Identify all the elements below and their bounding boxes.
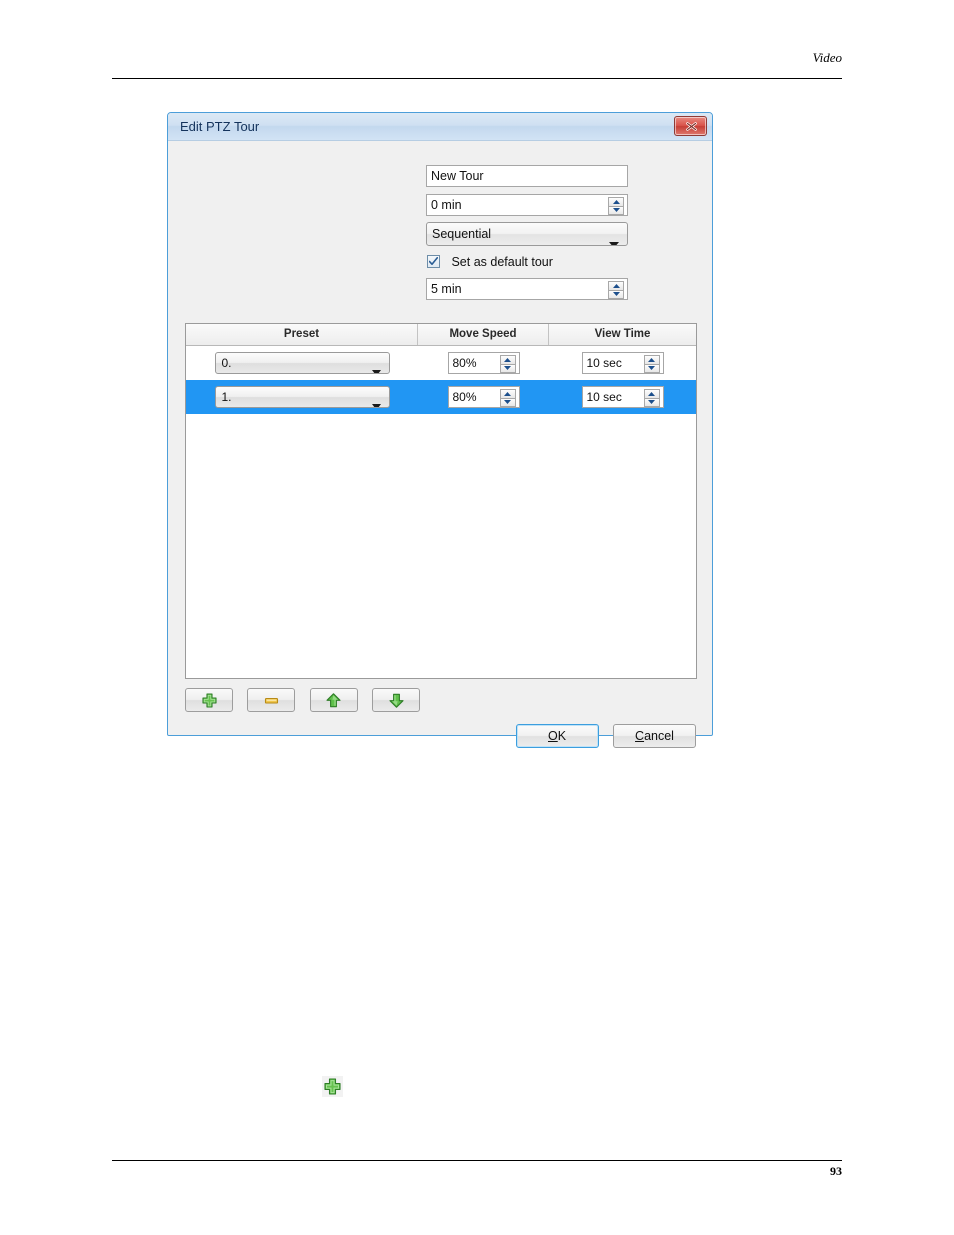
- dialog-title: Edit PTZ Tour: [180, 119, 260, 134]
- move-up-button[interactable]: [309, 688, 358, 712]
- footer-rule: [112, 1160, 842, 1161]
- ok-mnemonic: O: [548, 729, 558, 743]
- move-speed-stepper[interactable]: [499, 355, 516, 373]
- move-speed-input[interactable]: 80%: [453, 390, 477, 404]
- move-speed-input-wrap: 80%: [447, 352, 520, 374]
- preset-grid: Preset Move Speed View Time 0. 80% 10 se…: [185, 323, 697, 679]
- page-number: 93: [830, 1164, 842, 1178]
- yellow-minus-icon: [264, 697, 279, 704]
- default-tour-idle-start-time-input-wrap: 5 min: [426, 278, 628, 300]
- ok-rest: K: [557, 729, 567, 743]
- stepper-up-icon[interactable]: [608, 197, 624, 206]
- view-time-input[interactable]: 10 sec: [587, 356, 622, 370]
- green-plus-icon: [322, 1076, 343, 1097]
- grid-toolbar: [185, 688, 430, 712]
- cell-preset: 1.: [186, 380, 418, 414]
- table-row[interactable]: 1. 80% 10 sec: [186, 380, 696, 414]
- chevron-down-icon: [371, 362, 381, 373]
- set-as-default-tour-label: Set as default tour: [451, 254, 553, 269]
- name-input[interactable]: New Tour: [426, 165, 628, 187]
- add-button[interactable]: [185, 688, 233, 712]
- stepper-up-icon[interactable]: [643, 355, 660, 364]
- chevron-down-icon: [371, 396, 381, 407]
- edit-ptz-tour-dialog: Edit PTZ Tour Name: New Tour Tour Pause …: [167, 112, 713, 748]
- tour-pause-duration-input-wrap: 0 min: [426, 194, 628, 216]
- preset-select[interactable]: 1.: [214, 386, 390, 408]
- cell-move-speed: 80%: [418, 380, 549, 414]
- stepper-down-icon[interactable]: [499, 363, 516, 373]
- stepper-up-icon[interactable]: [608, 281, 624, 290]
- set-as-default-tour-checkbox[interactable]: [427, 255, 440, 269]
- dialog-titlebar[interactable]: Edit PTZ Tour: [168, 113, 712, 141]
- view-time-input-wrap: 10 sec: [581, 386, 664, 408]
- dialog-footer-buttons: OK Cancel: [506, 724, 696, 748]
- stepper-down-icon[interactable]: [608, 289, 624, 299]
- ok-button[interactable]: OK: [515, 724, 599, 748]
- cell-view-time: 10 sec: [549, 346, 696, 380]
- cancel-button[interactable]: Cancel: [613, 724, 696, 748]
- stepper-down-icon[interactable]: [608, 205, 624, 215]
- header-rule: [112, 78, 842, 79]
- view-time-input[interactable]: 10 sec: [587, 390, 622, 404]
- set-as-default-tour-row[interactable]: Set as default tour: [427, 253, 553, 271]
- dialog-body: Name: New Tour Tour Pause Duration: 0 mi…: [168, 141, 712, 748]
- green-up-arrow-icon: [326, 692, 341, 707]
- page-header-text: Video: [812, 50, 842, 65]
- column-header-preset[interactable]: Preset: [186, 324, 418, 345]
- move-speed-input[interactable]: 80%: [453, 356, 477, 370]
- remove-button[interactable]: [247, 688, 296, 712]
- table-row[interactable]: 0. 80% 10 sec: [186, 346, 696, 380]
- column-header-move-speed[interactable]: Move Speed: [418, 324, 549, 345]
- view-time-input-wrap: 10 sec: [581, 352, 664, 374]
- cancel-rest: ancel: [644, 729, 674, 743]
- green-down-arrow-icon: [389, 693, 404, 708]
- grid-header-row: Preset Move Speed View Time: [186, 324, 696, 346]
- column-header-view-time[interactable]: View Time: [549, 324, 696, 345]
- stepper-up-icon[interactable]: [643, 389, 660, 398]
- chevron-down-icon: [609, 233, 619, 245]
- preset-select[interactable]: 0.: [214, 352, 390, 374]
- tour-pause-duration-input[interactable]: 0 min: [431, 198, 462, 212]
- default-tour-idle-start-time-stepper[interactable]: [608, 281, 624, 299]
- tour-mode-select[interactable]: Sequential: [426, 222, 628, 246]
- close-icon[interactable]: [674, 116, 707, 136]
- green-plus-icon: [201, 692, 217, 708]
- cell-move-speed: 80%: [418, 346, 549, 380]
- stepper-up-icon[interactable]: [499, 355, 516, 364]
- cancel-mnemonic: C: [635, 729, 645, 743]
- stepper-down-icon[interactable]: [499, 397, 516, 407]
- move-speed-input-wrap: 80%: [447, 386, 520, 408]
- move-speed-stepper[interactable]: [499, 389, 516, 407]
- tour-pause-duration-stepper[interactable]: [608, 197, 624, 215]
- default-tour-idle-start-time-input[interactable]: 5 min: [431, 282, 462, 296]
- view-time-stepper[interactable]: [643, 355, 660, 373]
- cell-view-time: 10 sec: [549, 380, 696, 414]
- stepper-down-icon[interactable]: [643, 397, 660, 407]
- move-down-button[interactable]: [372, 688, 421, 712]
- stepper-up-icon[interactable]: [499, 389, 516, 398]
- stepper-down-icon[interactable]: [643, 363, 660, 373]
- cell-preset: 0.: [186, 346, 418, 380]
- view-time-stepper[interactable]: [643, 389, 660, 407]
